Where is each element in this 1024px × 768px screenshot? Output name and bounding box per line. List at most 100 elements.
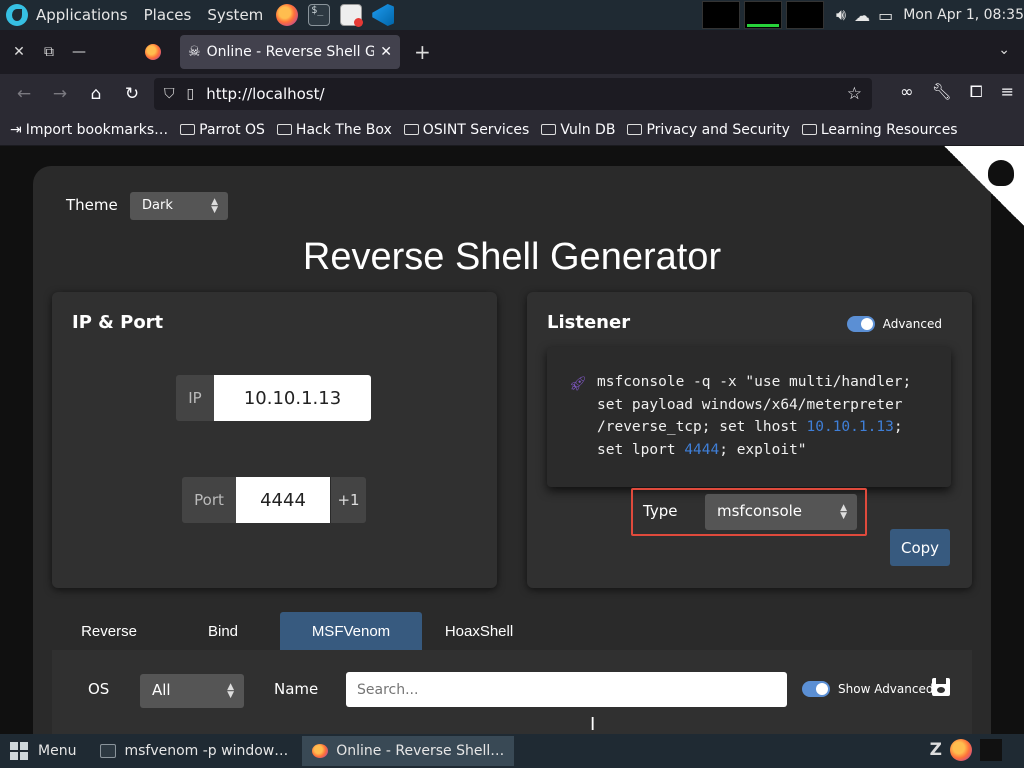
bookmark-vuln-db[interactable]: Vuln DB: [541, 122, 615, 138]
listener-title: Listener: [547, 312, 631, 333]
tab-hoaxshell[interactable]: HoaxShell: [422, 612, 536, 650]
theme-select[interactable]: Dark ▲ ▼: [130, 192, 228, 220]
system-panel: Applications Places System $_ 🔊︎ ☁ ▭ Mon…: [0, 0, 1024, 30]
rocket-icon: 🚀︎: [569, 376, 587, 392]
firefox-tray-icon[interactable]: [950, 739, 972, 761]
show-advanced-toggle[interactable]: Show Advanced: [802, 681, 933, 697]
window-minimize-icon[interactable]: —: [64, 44, 94, 60]
bookmark-parrot-os[interactable]: Parrot OS: [180, 122, 265, 138]
import-icon: ⇥: [10, 121, 22, 138]
shell-type-tabs: Reverse Bind MSFVenom HoaxShell: [52, 612, 536, 650]
window-restore-icon[interactable]: ⧉: [34, 44, 64, 60]
window-close-icon[interactable]: ✕: [4, 44, 34, 60]
bookmark-import[interactable]: ⇥ Import bookmarks…: [10, 122, 168, 138]
navigation-bar: ← → ⌂ ↻ ⛉ ▯ http://localhost/ ☆ ∞ 🔧︎ ⧠ ≡: [0, 74, 1024, 114]
bookmark-star-icon[interactable]: ☆: [847, 84, 862, 104]
system-menu[interactable]: System: [199, 0, 271, 30]
port-label: Port: [182, 477, 236, 523]
advanced-toggle[interactable]: Advanced: [846, 316, 942, 332]
task-terminal[interactable]: msfvenom -p window…: [90, 736, 298, 766]
listener-panel: Listener Advanced 🚀︎ msfconsole -q -x "u…: [527, 292, 972, 588]
theme-label: Theme: [66, 196, 118, 214]
folder-icon: [180, 124, 196, 135]
advanced-switch[interactable]: [846, 316, 875, 332]
bookmarks-bar: ⇥ Import bookmarks… Parrot OS Hack The Bo…: [0, 114, 1024, 146]
lport-highlight: 4444: [684, 441, 720, 458]
shield-icon[interactable]: ⛉: [164, 86, 175, 102]
folder-icon: [627, 124, 643, 135]
applications-menu[interactable]: Applications: [28, 0, 136, 30]
ip-port-panel: IP & Port IP 10.10.1.13 Port 4444 +1: [52, 292, 497, 588]
start-menu-button[interactable]: Menu: [0, 734, 86, 768]
tab-close-icon[interactable]: ✕: [380, 44, 392, 60]
terminal-icon: [100, 744, 117, 758]
tab-list-chevron-icon[interactable]: ⌄: [998, 42, 1010, 58]
folder-icon: [276, 124, 292, 135]
page-icon: ▯: [186, 86, 195, 102]
tab-reverse[interactable]: Reverse: [52, 612, 166, 650]
advanced-label: Advanced: [882, 317, 942, 331]
url-bar[interactable]: ⛉ ▯ http://localhost/ ☆: [154, 78, 872, 110]
forward-arrow-icon[interactable]: →: [42, 84, 78, 104]
skull-favicon-icon: ☠: [188, 44, 201, 60]
firefox-launcher-icon[interactable]: [276, 4, 299, 26]
filezilla-tray-icon[interactable]: Z: [930, 740, 942, 760]
workspace-monitor-3[interactable]: [785, 1, 824, 29]
copy-button[interactable]: Copy: [890, 529, 950, 566]
filter-bar: OS All ▲▼ Name Show Advanced: [52, 650, 972, 734]
folder-icon: [403, 124, 419, 135]
bookmark-hack-the-box[interactable]: Hack The Box: [276, 122, 392, 138]
places-menu[interactable]: Places: [136, 0, 200, 30]
grid-menu-icon: [10, 742, 28, 760]
private-mask-icon[interactable]: ∞: [900, 82, 913, 102]
network-icon[interactable]: ☁: [854, 6, 870, 25]
save-icon[interactable]: [932, 678, 950, 696]
page-title: Reverse Shell Generator: [302, 236, 722, 278]
type-highlight-box: Type msfconsole ▲ ▼: [631, 488, 867, 536]
tab-msfvenom[interactable]: MSFVenom: [280, 612, 422, 650]
volume-icon[interactable]: 🔊︎: [836, 5, 846, 25]
back-arrow-icon[interactable]: ←: [6, 84, 42, 104]
os-label: OS: [88, 680, 110, 698]
task-firefox[interactable]: Online - Reverse Shell…: [302, 736, 515, 766]
new-tab-icon[interactable]: +: [414, 40, 431, 64]
tab-bind[interactable]: Bind: [166, 612, 280, 650]
port-input[interactable]: 4444: [236, 477, 330, 523]
ip-input-group: IP 10.10.1.13: [176, 375, 371, 421]
url-text[interactable]: http://localhost/: [206, 85, 847, 103]
clock[interactable]: Mon Apr 1, 08:35: [903, 7, 1024, 23]
ip-input[interactable]: 10.10.1.13: [214, 375, 371, 421]
extensions-icon[interactable]: ⧠: [970, 82, 983, 102]
listener-type-select[interactable]: msfconsole ▲ ▼: [705, 494, 857, 530]
firefox-view-icon[interactable]: [145, 44, 161, 60]
reload-icon[interactable]: ↻: [114, 84, 150, 104]
document-viewer-launcher-icon[interactable]: [340, 4, 364, 27]
home-icon[interactable]: ⌂: [78, 84, 114, 104]
vscode-launcher-icon[interactable]: [372, 4, 395, 26]
workspace-monitor-2[interactable]: [743, 1, 782, 29]
firefox-icon: [312, 744, 329, 758]
bookmark-learning-resources[interactable]: Learning Resources: [801, 122, 958, 138]
browser-tab-active[interactable]: ☠ Online - Reverse Shell Gen ✕: [180, 35, 400, 69]
taskbar: Menu msfvenom -p window… Online - Revers…: [0, 734, 1024, 768]
hamburger-menu-icon[interactable]: ≡: [1001, 82, 1014, 102]
github-corner[interactable]: [944, 146, 1024, 226]
ip-port-title: IP & Port: [72, 312, 164, 333]
parrot-logo-icon[interactable]: [6, 4, 28, 26]
select-arrows-icon: ▲ ▼: [840, 503, 847, 521]
port-increment-button[interactable]: +1: [330, 477, 366, 523]
display-icon[interactable]: ▭: [878, 6, 893, 25]
bookmark-osint-services[interactable]: OSINT Services: [403, 122, 529, 138]
wrench-icon[interactable]: 🔧︎: [931, 82, 951, 102]
show-advanced-switch[interactable]: [802, 681, 830, 697]
search-input[interactable]: [346, 672, 787, 707]
listener-command[interactable]: 🚀︎ msfconsole -q -x "use multi/handler; …: [547, 347, 951, 487]
select-arrows-icon: ▲ ▼: [227, 682, 234, 700]
browser-tab-bar: ✕ ⧉ — ☠ Online - Reverse Shell Gen ✕ + ⌄: [0, 30, 1024, 74]
text-cursor-icon: I: [590, 714, 596, 734]
os-select[interactable]: All ▲ ▼: [140, 674, 244, 708]
terminal-launcher-icon[interactable]: $_: [308, 4, 331, 26]
workspace-preview[interactable]: [980, 739, 1002, 761]
workspace-monitor-1[interactable]: [701, 1, 740, 29]
bookmark-privacy-security[interactable]: Privacy and Security: [627, 122, 790, 138]
